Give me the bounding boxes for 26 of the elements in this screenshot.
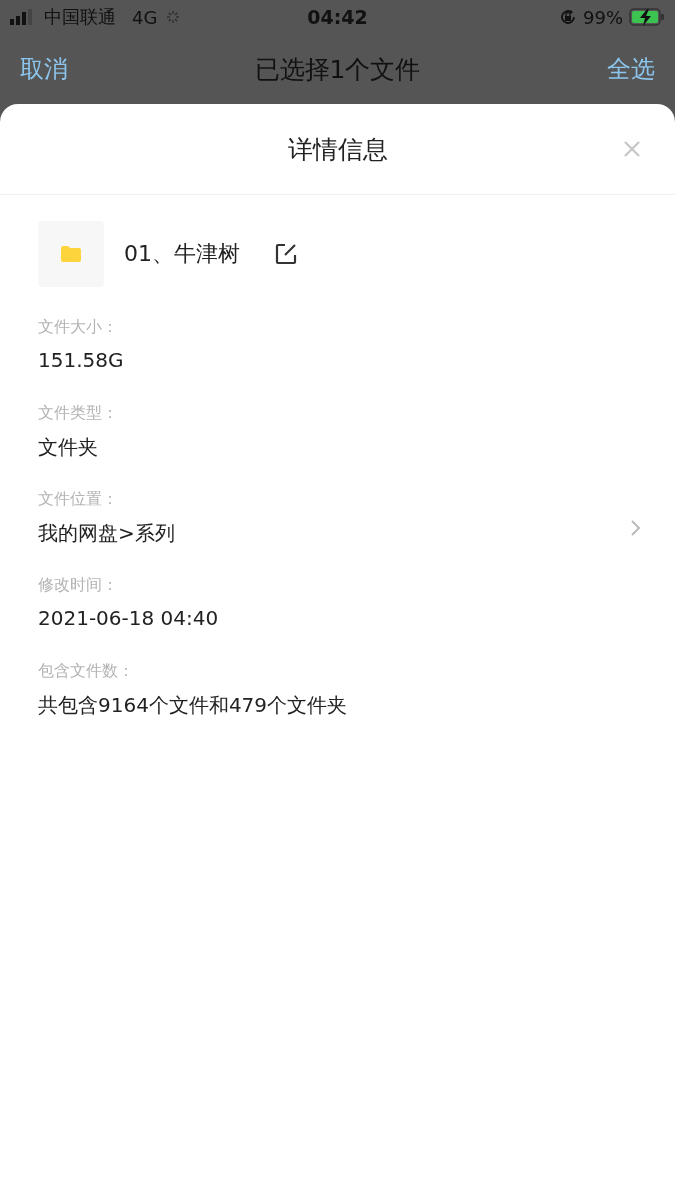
clock-time: 04:42 [307, 6, 368, 28]
selection-title: 已选择1个文件 [254, 53, 421, 86]
battery-charging-icon [629, 8, 665, 26]
chevron-right-icon[interactable] [629, 519, 641, 537]
rotation-lock-icon [559, 8, 577, 26]
field-label: 文件大小： [38, 317, 119, 338]
select-all-button[interactable]: 全选 [607, 53, 655, 85]
field-value: 2021-06-18 04:40 [38, 606, 220, 630]
field-value: 我的网盘>系列 [38, 520, 176, 547]
field-value: 151.58G [38, 348, 125, 372]
file-name: 01、牛津树 [124, 240, 240, 268]
close-icon[interactable] [623, 140, 641, 158]
field-value: 共包含9164个文件和479个文件夹 [38, 692, 349, 719]
folder-icon [61, 246, 81, 262]
loading-icon [165, 9, 182, 25]
cancel-button[interactable]: 取消 [20, 53, 68, 85]
field-label: 文件位置： [38, 489, 119, 510]
network-type: 4G [132, 6, 158, 28]
field-label: 文件类型： [38, 403, 119, 424]
battery-percent: 99% [583, 6, 623, 28]
carrier-name: 中国联通 [44, 5, 116, 29]
field-label: 修改时间： [38, 575, 119, 596]
field-value: 文件夹 [38, 434, 99, 461]
edit-icon[interactable] [274, 242, 298, 266]
sheet-title: 详情信息 [287, 133, 388, 166]
field-label: 包含文件数： [38, 661, 135, 682]
